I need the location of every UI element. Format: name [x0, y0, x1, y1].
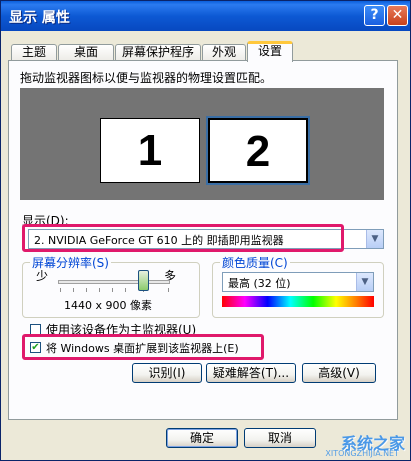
monitor-arrangement-area — [20, 88, 384, 200]
resolution-slider-thumb[interactable] — [138, 270, 149, 291]
slider-tick — [125, 288, 126, 292]
slider-tick — [99, 288, 100, 292]
resolution-less-label: 少 — [36, 269, 49, 283]
tab-appearance[interactable]: 外观 — [202, 44, 246, 61]
slider-tick — [60, 288, 61, 292]
advanced-button[interactable]: 高级(V) — [302, 363, 376, 383]
tab-settings[interactable]: 设置 — [247, 41, 293, 62]
slider-tick — [73, 288, 74, 292]
display-label: 显示(D): — [22, 214, 69, 228]
primary-monitor-label: 使用该设备作为主监视器(U) — [46, 323, 197, 337]
identify-button[interactable]: 识别(I) — [132, 363, 202, 383]
resolution-value: 1440 x 900 像素 — [64, 299, 152, 312]
tab-screensaver[interactable]: 屏幕保护程序 — [115, 44, 201, 61]
cancel-button[interactable]: 取消 — [244, 428, 316, 448]
slider-tick — [86, 288, 87, 292]
primary-monitor-checkbox[interactable] — [30, 324, 41, 335]
slider-tick — [168, 288, 169, 292]
color-quality-value: 最高 (32 位) — [228, 277, 291, 290]
extend-desktop-label: 将 Windows 桌面扩展到该监视器上(E) — [46, 342, 239, 355]
help-button[interactable]: ? — [364, 5, 385, 26]
color-quality-title: 颜色质量(C) — [220, 254, 290, 271]
chevron-down-icon[interactable]: ▼ — [356, 273, 373, 291]
slider-tick — [112, 288, 113, 292]
color-spectrum-bar — [222, 296, 374, 307]
ok-button[interactable]: 确定 — [166, 428, 238, 448]
instruction-text: 拖动监视器图标以便与监视器的物理设置匹配。 — [20, 71, 273, 85]
extend-desktop-checkbox[interactable]: ✔ — [30, 342, 41, 353]
title-bar[interactable]: 显示 属性 ? ✕ — [1, 1, 410, 31]
monitor-2-icon[interactable]: 2 — [206, 116, 310, 185]
site-watermark-url: XITONGZHIJIA.NET — [325, 449, 399, 458]
troubleshoot-button[interactable]: 疑难解答(T)... — [206, 363, 296, 383]
close-button[interactable]: ✕ — [387, 5, 408, 26]
display-select[interactable]: 2. NVIDIA GeForce GT 610 上的 即插即用监视器 ▼ — [28, 229, 384, 249]
tab-theme[interactable]: 主题 — [11, 44, 57, 61]
monitor-1-icon[interactable]: 1 — [100, 118, 200, 183]
display-select-value: 2. NVIDIA GeForce GT 610 上的 即插即用监视器 — [34, 234, 284, 247]
resolution-slider-track[interactable] — [58, 280, 170, 284]
window-title: 显示 属性 — [9, 10, 70, 26]
color-quality-select[interactable]: 最高 (32 位) ▼ — [222, 272, 374, 292]
chevron-down-icon[interactable]: ▼ — [366, 230, 383, 248]
tab-desktop[interactable]: 桌面 — [58, 44, 114, 61]
